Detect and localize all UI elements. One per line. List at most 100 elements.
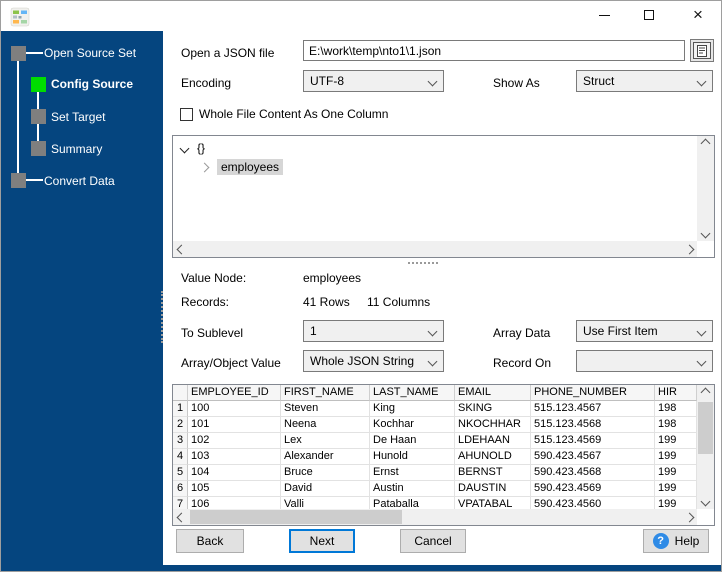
- cancel-button[interactable]: Cancel: [400, 529, 466, 553]
- column-header[interactable]: PHONE_NUMBER: [531, 385, 655, 401]
- table-cell[interactable]: 199: [655, 481, 697, 497]
- file-path-input[interactable]: [303, 40, 685, 61]
- table-cell[interactable]: Kochhar: [370, 417, 455, 433]
- table-cell[interactable]: SKING: [455, 401, 531, 417]
- table-row[interactable]: 6 105 David Austin DAUSTIN 590.423.4569 199: [173, 481, 697, 497]
- help-icon: ?: [652, 533, 669, 549]
- table-cell[interactable]: 590.423.4568: [531, 465, 655, 481]
- table-row[interactable]: 5 104 Bruce Ernst BERNST 590.423.4568 199: [173, 465, 697, 481]
- encoding-select[interactable]: UTF-8: [303, 70, 444, 92]
- table-cell[interactable]: David: [281, 481, 370, 497]
- table-horizontal-scrollbar[interactable]: [173, 509, 697, 525]
- table-cell[interactable]: 103: [188, 449, 281, 465]
- table-cell[interactable]: 199: [655, 449, 697, 465]
- row-number-header[interactable]: [173, 385, 188, 401]
- table-row[interactable]: 3 102 Lex De Haan LDEHAAN 515.123.4569 199: [173, 433, 697, 449]
- scroll-up-icon[interactable]: [697, 136, 714, 151]
- title-bar[interactable]: ×: [1, 1, 721, 31]
- whole-file-checkbox[interactable]: [180, 108, 193, 121]
- table-cell[interactable]: 199: [655, 433, 697, 449]
- scroll-up-icon[interactable]: [697, 385, 714, 400]
- scroll-right-icon[interactable]: [681, 241, 697, 257]
- table-cell[interactable]: Ernst: [370, 465, 455, 481]
- tree-collapsed-icon[interactable]: [199, 162, 210, 172]
- table-cell[interactable]: 102: [188, 433, 281, 449]
- array-data-select[interactable]: Use First Item: [576, 320, 713, 342]
- scroll-right-icon[interactable]: [681, 509, 697, 525]
- row-number-cell[interactable]: 2: [173, 417, 188, 433]
- row-number-cell[interactable]: 1: [173, 401, 188, 417]
- window-bottom-accent: [1, 565, 721, 571]
- record-on-select[interactable]: [576, 350, 713, 372]
- table-cell[interactable]: 104: [188, 465, 281, 481]
- browse-file-button[interactable]: [690, 39, 714, 62]
- row-number-cell[interactable]: 4: [173, 449, 188, 465]
- table-cell[interactable]: 198: [655, 401, 697, 417]
- column-header[interactable]: EMPLOYEE_ID: [188, 385, 281, 401]
- step-marker-open-source-set: [11, 46, 26, 61]
- scroll-down-icon[interactable]: [697, 494, 714, 509]
- maximize-icon: [644, 10, 654, 20]
- tree-node-root[interactable]: {}: [179, 141, 205, 155]
- table-cell[interactable]: 515.123.4567: [531, 401, 655, 417]
- step-connector-line: [37, 124, 39, 141]
- step-marker-convert-data: [11, 173, 26, 188]
- show-as-select[interactable]: Struct: [576, 70, 713, 92]
- array-object-value-select[interactable]: Whole JSON String: [303, 350, 444, 372]
- row-number-cell[interactable]: 3: [173, 433, 188, 449]
- scroll-left-icon[interactable]: [173, 241, 189, 257]
- table-cell[interactable]: BERNST: [455, 465, 531, 481]
- table-cell[interactable]: Lex: [281, 433, 370, 449]
- maximize-button[interactable]: [632, 1, 666, 29]
- back-button[interactable]: Back: [176, 529, 244, 553]
- table-cell[interactable]: De Haan: [370, 433, 455, 449]
- table-cell[interactable]: 590.423.4569: [531, 481, 655, 497]
- array-object-value-label: Array/Object Value: [181, 356, 281, 370]
- help-button[interactable]: ? Help: [643, 529, 709, 553]
- scroll-left-icon[interactable]: [173, 509, 189, 525]
- table-cell[interactable]: Steven: [281, 401, 370, 417]
- table-cell[interactable]: King: [370, 401, 455, 417]
- table-cell[interactable]: LDEHAAN: [455, 433, 531, 449]
- vertical-splitter-grip[interactable]: [161, 291, 163, 343]
- table-row[interactable]: 4 103 Alexander Hunold AHUNOLD 590.423.4567 19…: [173, 449, 697, 465]
- table-cell[interactable]: 198: [655, 417, 697, 433]
- table-cell[interactable]: Hunold: [370, 449, 455, 465]
- table-cell[interactable]: Neena: [281, 417, 370, 433]
- horizontal-scroll-thumb[interactable]: [190, 510, 402, 524]
- next-button[interactable]: Next: [289, 529, 355, 553]
- table-cell[interactable]: 199: [655, 465, 697, 481]
- table-cell[interactable]: DAUSTIN: [455, 481, 531, 497]
- table-row[interactable]: 1 100 Steven King SKING 515.123.4567 198: [173, 401, 697, 417]
- chevron-down-icon: [696, 76, 707, 86]
- table-cell[interactable]: Alexander: [281, 449, 370, 465]
- table-cell[interactable]: 100: [188, 401, 281, 417]
- table-cell[interactable]: 590.423.4567: [531, 449, 655, 465]
- table-cell[interactable]: 515.123.4568: [531, 417, 655, 433]
- column-header[interactable]: HIR: [655, 385, 697, 401]
- table-cell[interactable]: 105: [188, 481, 281, 497]
- column-header[interactable]: FIRST_NAME: [281, 385, 370, 401]
- table-cell[interactable]: Bruce: [281, 465, 370, 481]
- table-vertical-scrollbar[interactable]: [697, 385, 714, 509]
- table-row[interactable]: 2 101 Neena Kochhar NKOCHHAR 515.123.4568 198: [173, 417, 697, 433]
- minimize-button[interactable]: [587, 1, 621, 29]
- tree-expanded-icon[interactable]: [179, 143, 190, 153]
- close-button[interactable]: ×: [681, 1, 715, 29]
- table-cell[interactable]: 101: [188, 417, 281, 433]
- table-cell[interactable]: Austin: [370, 481, 455, 497]
- tree-node-employees[interactable]: employees: [199, 159, 284, 175]
- vertical-scroll-thumb[interactable]: [698, 402, 713, 454]
- table-cell[interactable]: NKOCHHAR: [455, 417, 531, 433]
- row-number-cell[interactable]: 5: [173, 465, 188, 481]
- to-sublevel-select[interactable]: 1: [303, 320, 444, 342]
- column-header[interactable]: LAST_NAME: [370, 385, 455, 401]
- table-cell[interactable]: AHUNOLD: [455, 449, 531, 465]
- table-cell[interactable]: 515.123.4569: [531, 433, 655, 449]
- column-header[interactable]: EMAIL: [455, 385, 531, 401]
- scroll-down-icon[interactable]: [697, 226, 714, 241]
- horizontal-splitter-grip[interactable]: [408, 262, 438, 264]
- tree-vertical-scrollbar[interactable]: [697, 136, 714, 241]
- row-number-cell[interactable]: 6: [173, 481, 188, 497]
- tree-horizontal-scrollbar[interactable]: [173, 241, 697, 257]
